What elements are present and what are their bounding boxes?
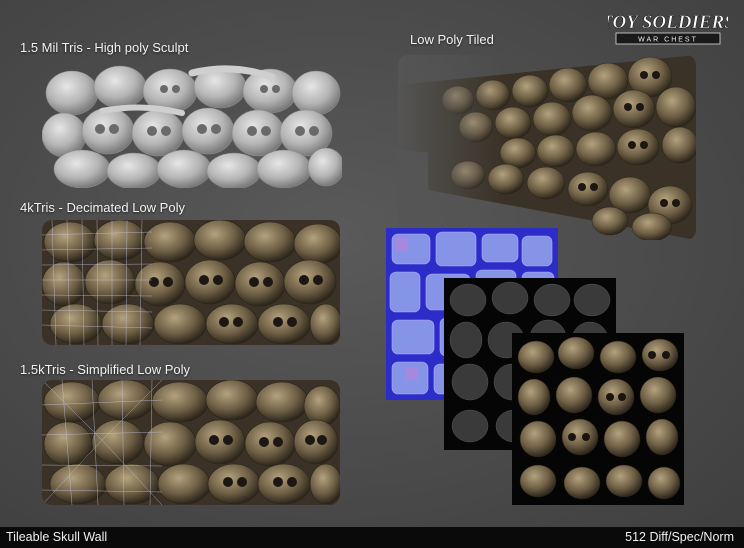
diffuse-map-texture — [512, 333, 684, 505]
decimated-low-poly-render — [42, 220, 340, 345]
render-stage: TOY SOLDIERS WAR CHEST 1.5 Mil Tris - Hi… — [0, 0, 744, 527]
logo-subtitle: WAR CHEST — [638, 37, 698, 44]
low-poly-tiled-render — [398, 55, 696, 240]
footer-bar: Tileable Skull Wall 512 Diff/Spec/Norm — [0, 527, 744, 548]
low-poly-tiled-label: Low Poly Tiled — [410, 32, 494, 47]
simplified-low-poly-render — [42, 380, 340, 505]
toy-soldiers-logo: TOY SOLDIERS WAR CHEST — [608, 12, 728, 45]
simplified-label: 1.5kTris - Simplified Low Poly — [20, 362, 191, 377]
high-poly-sculpt-render — [42, 65, 342, 188]
footer-title: Tileable Skull Wall — [6, 530, 108, 544]
logo-title: TOY SOLDIERS — [608, 12, 728, 33]
decimated-label: 4kTris - Decimated Low Poly — [20, 200, 185, 215]
high-poly-label: 1.5 Mil Tris - High poly Sculpt — [20, 40, 189, 55]
footer-texture-info: 512 Diff/Spec/Norm — [625, 530, 734, 544]
